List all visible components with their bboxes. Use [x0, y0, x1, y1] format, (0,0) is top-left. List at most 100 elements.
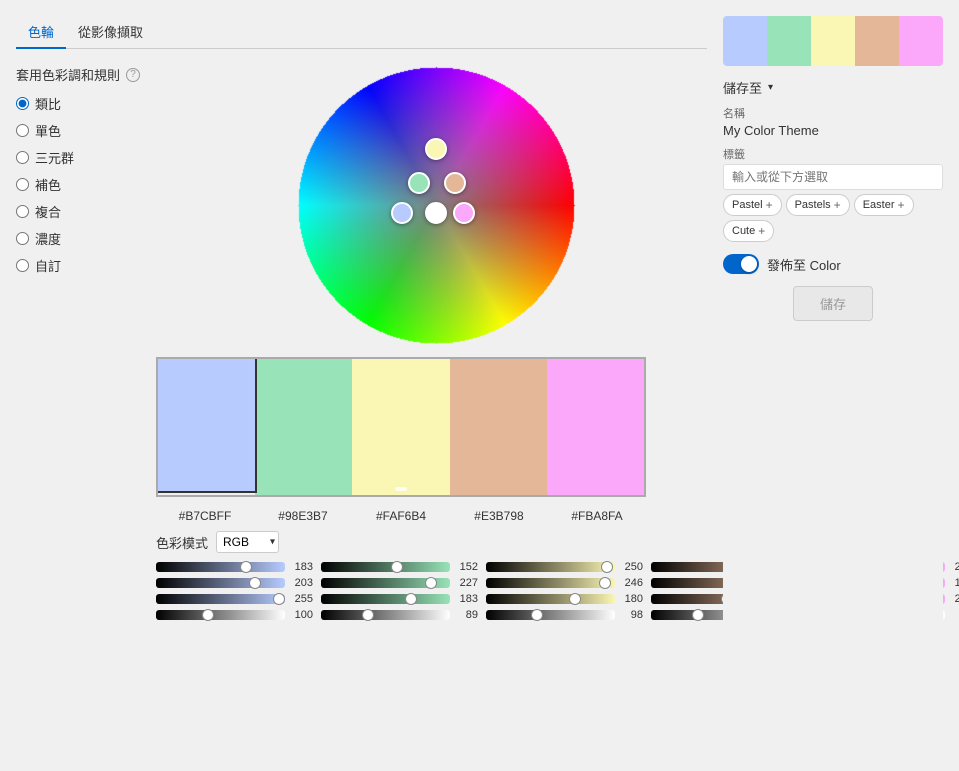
slider-val-r2-c4: 250 [949, 593, 959, 605]
slider-row-r2-c2: 180 [486, 593, 643, 605]
harmony-radio-list: 類比 單色 三元群 補色 [16, 94, 140, 275]
tag-plus-icon: + [758, 224, 765, 238]
tag-pastels[interactable]: Pastels + [786, 194, 850, 216]
slider-cell-r1-c1: 227 [321, 577, 478, 589]
radio-shades[interactable]: 濃度 [16, 229, 140, 248]
swatch-4[interactable] [547, 359, 644, 495]
slider-row-r2-c1: 183 [321, 593, 478, 605]
slider-val-r3-c4: 98 [949, 609, 959, 621]
handle-6[interactable] [453, 202, 475, 224]
tags-label: 標籤 [723, 146, 943, 162]
radio-complementary[interactable]: 補色 [16, 175, 140, 194]
handle-2[interactable] [408, 172, 430, 194]
slider-r2-c0[interactable] [156, 594, 285, 604]
preview-swatch-0 [723, 16, 767, 66]
slider-row-r3-c0: 100 [156, 609, 313, 621]
slider-r1-c0[interactable] [156, 578, 285, 588]
radio-triadic[interactable]: 三元群 [16, 148, 140, 167]
tag-easter[interactable]: Easter + [854, 194, 914, 216]
slider-r1-c2[interactable] [486, 578, 615, 588]
swatch-0[interactable] [156, 357, 257, 493]
slider-row-r0-c1: 152 [321, 561, 478, 573]
hex-0: #B7CBFF [156, 509, 254, 523]
tab-from-image[interactable]: 從影像擷取 [66, 16, 155, 49]
slider-row-r1-c2: 246 [486, 577, 643, 589]
tag-plus-icon: + [897, 198, 904, 212]
hex-1: #98E3B7 [254, 509, 352, 523]
publish-toggle-row: 發佈至 Color [723, 254, 943, 274]
radio-compound[interactable]: 複合 [16, 202, 140, 221]
sliders-grid: 1831522502272512032272461831682551831801… [156, 561, 646, 621]
slider-val-r2-c1: 183 [454, 593, 478, 605]
hex-row: #B7CBFF #98E3B7 #FAF6B4 #E3B798 #FBA8FA [156, 509, 646, 523]
radio-custom[interactable]: 自訂 [16, 256, 140, 275]
slider-cell-r1-c2: 246 [486, 577, 643, 589]
slider-cell-r3-c2: 98 [486, 609, 643, 621]
color-mode-label: 色彩模式 [156, 533, 208, 552]
color-wheel-container[interactable] [164, 65, 707, 345]
save-button[interactable]: 儲存 [793, 286, 873, 321]
save-to-label[interactable]: 儲存至 ▾ [723, 78, 943, 97]
slider-r2-c2[interactable] [486, 594, 615, 604]
preview-swatch-1 [767, 16, 811, 66]
slider-val-r3-c1: 89 [454, 609, 478, 621]
handle-4[interactable] [391, 202, 413, 224]
hex-4: #FBA8FA [548, 509, 646, 523]
publish-toggle[interactable] [723, 254, 759, 274]
tags-input[interactable] [723, 164, 943, 190]
tag-cute[interactable]: Cute + [723, 220, 774, 242]
slider-cell-r0-c2: 250 [486, 561, 643, 573]
slider-r2-c1[interactable] [321, 594, 450, 604]
slider-val-r2-c2: 180 [619, 593, 643, 605]
slider-row-r2-c0: 255 [156, 593, 313, 605]
slider-val-r3-c2: 98 [619, 609, 643, 621]
swatches-row [156, 357, 646, 497]
slider-r3-c0[interactable] [156, 610, 285, 620]
slider-val-r0-c4: 251 [949, 561, 959, 573]
slider-val-r1-c1: 227 [454, 577, 478, 589]
slider-val-r1-c0: 203 [289, 577, 313, 589]
slider-r1-c1[interactable] [321, 578, 450, 588]
tab-color-wheel[interactable]: 色輪 [16, 16, 66, 49]
slider-row-r0-c2: 250 [486, 561, 643, 573]
handle-5[interactable] [425, 202, 447, 224]
harmony-label: 套用色彩調和規則 [16, 65, 120, 84]
slider-r0-c0[interactable] [156, 562, 285, 572]
slider-cell-r2-c0: 255 [156, 593, 313, 605]
name-value[interactable]: My Color Theme [723, 123, 943, 138]
swatch-2[interactable] [352, 359, 449, 495]
preview-swatch-4 [899, 16, 943, 66]
info-icon[interactable]: ? [126, 68, 140, 82]
slider-r0-c1[interactable] [321, 562, 450, 572]
slider-val-r1-c2: 246 [619, 577, 643, 589]
slider-val-r3-c0: 100 [289, 609, 313, 621]
tag-pastel[interactable]: Pastel + [723, 194, 782, 216]
tags-field-group: 標籤 Pastel + Pastels + Easter + [723, 146, 943, 242]
handle-3[interactable] [444, 172, 466, 194]
color-mode-select[interactable]: RGB HSB CMYK Lab [216, 531, 279, 553]
slider-row-r3-c1: 89 [321, 609, 478, 621]
swatch-3[interactable] [450, 359, 547, 495]
save-to-section: 儲存至 ▾ 名稱 My Color Theme 標籤 Pastel + [723, 78, 943, 321]
slider-r0-c2[interactable] [486, 562, 615, 572]
slider-r3-c2[interactable] [486, 610, 615, 620]
slider-r3-c1[interactable] [321, 610, 450, 620]
slider-val-r1-c4: 168 [949, 577, 959, 589]
color-mode-row: 色彩模式 RGB HSB CMYK Lab [156, 531, 707, 553]
slider-row-r3-c2: 98 [486, 609, 643, 621]
preview-swatch-2 [811, 16, 855, 66]
tag-plus-icon: + [834, 198, 841, 212]
tag-plus-icon: + [766, 198, 773, 212]
radio-monochromatic[interactable]: 單色 [16, 121, 140, 140]
slider-cell-r2-c2: 180 [486, 593, 643, 605]
color-mode-select-wrapper[interactable]: RGB HSB CMYK Lab [216, 531, 279, 553]
slider-cell-r3-c0: 100 [156, 609, 313, 621]
radio-analogous[interactable]: 類比 [16, 94, 140, 113]
swatch-1[interactable] [255, 359, 352, 495]
name-label: 名稱 [723, 105, 943, 121]
handle-1[interactable] [425, 138, 447, 160]
slider-row-r0-c0: 183 [156, 561, 313, 573]
slider-cell-r3-c1: 89 [321, 609, 478, 621]
slider-val-r0-c0: 183 [289, 561, 313, 573]
name-field-group: 名稱 My Color Theme [723, 105, 943, 138]
